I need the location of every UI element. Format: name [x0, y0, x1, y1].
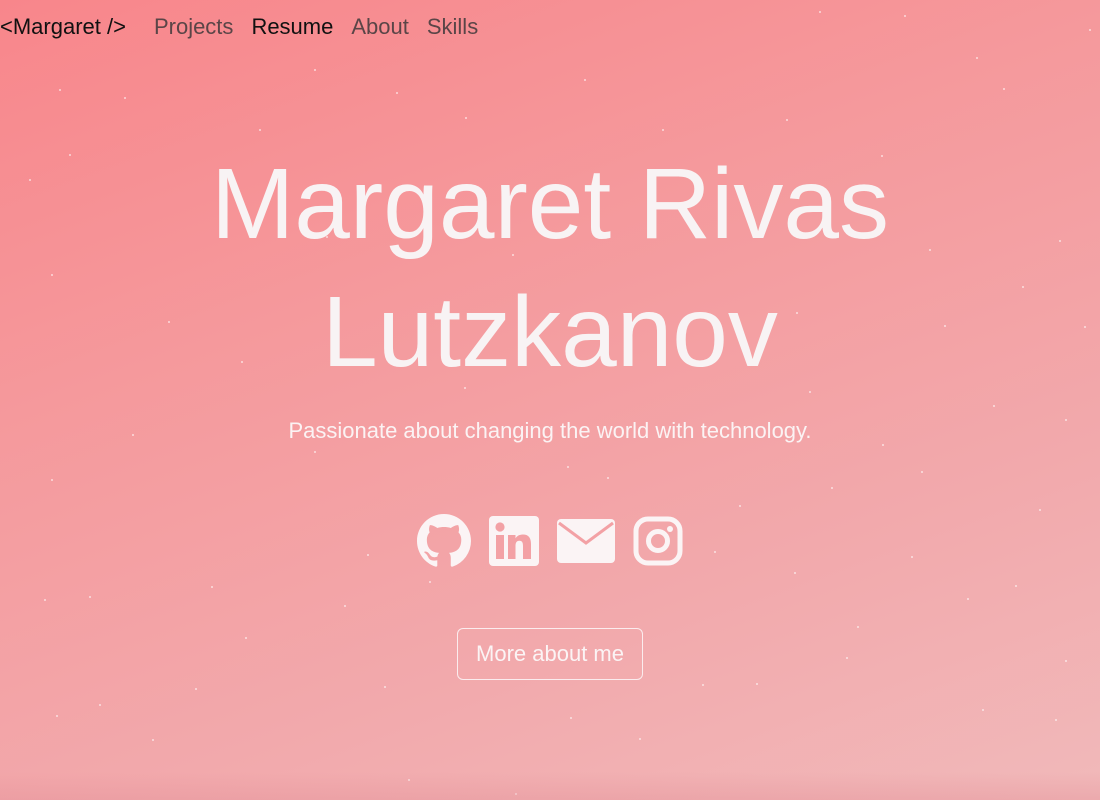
social-links — [0, 512, 1100, 570]
hero-section: Margaret Rivas Lutzkanov Passionate abou… — [0, 140, 1100, 680]
hero-name-line1: Margaret Rivas — [211, 148, 889, 260]
hero-tagline: Passionate about changing the world with… — [288, 418, 812, 443]
instagram-icon[interactable] — [633, 512, 683, 570]
email-icon[interactable] — [557, 512, 615, 570]
nav-link-about[interactable]: About — [351, 14, 409, 40]
linkedin-icon[interactable] — [489, 512, 539, 570]
bottom-fade — [0, 772, 1100, 800]
brand-logo-link[interactable]: <Margaret /> — [0, 14, 126, 40]
nav-link-resume[interactable]: Resume — [251, 14, 333, 40]
nav-link-projects[interactable]: Projects — [154, 14, 233, 40]
top-navbar: <Margaret /> Projects Resume About Skill… — [0, 14, 496, 40]
nav-link-skills[interactable]: Skills — [427, 14, 478, 40]
github-icon[interactable] — [417, 512, 471, 570]
hero-name-line2: Lutzkanov — [322, 276, 778, 388]
more-about-me-button[interactable]: More about me — [457, 628, 643, 680]
hero-name: Margaret Rivas Lutzkanov — [0, 140, 1100, 396]
